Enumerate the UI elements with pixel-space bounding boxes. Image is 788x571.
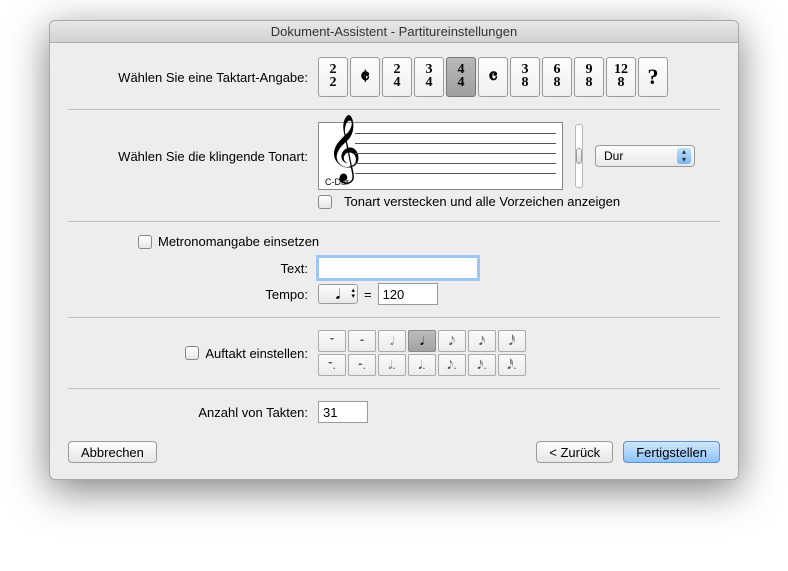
pickup-checkbox[interactable] <box>185 346 199 360</box>
tempo-note-select[interactable]: 𝅘𝅥 ▴▾ <box>318 284 358 304</box>
window-title: Dokument-Assistent - Partitureinstellung… <box>50 21 738 43</box>
metronome-label: Metronomangabe einsetzen <box>158 234 319 249</box>
bars-input[interactable] <box>318 401 368 423</box>
duration-option[interactable]: 𝅘𝅥𝅯 <box>468 330 496 352</box>
duration-option[interactable]: 𝅘𝅥𝅯. <box>468 354 496 376</box>
back-button[interactable]: < Zurück <box>536 441 613 463</box>
select-arrows-icon: ▴▾ <box>351 288 355 300</box>
metronome-checkbox[interactable] <box>138 235 152 249</box>
pickup-label: Auftakt einstellen: <box>205 346 308 361</box>
timesig-option[interactable]: 22 <box>318 57 348 97</box>
tempo-label: Tempo: <box>68 287 318 302</box>
key-mode-select[interactable]: Dur ▴▾ <box>595 145 695 167</box>
select-arrows-icon: ▴▾ <box>677 148 691 164</box>
duration-option[interactable]: 𝅗𝅥 <box>378 330 406 352</box>
key-name: C-Dur <box>325 177 349 187</box>
separator <box>68 109 720 110</box>
timesig-group: 22𝄵243444𝄴386898128? <box>318 57 668 97</box>
equals-sign: = <box>364 287 372 302</box>
hide-key-label: Tonart verstecken und alle Vorzeichen an… <box>344 194 620 209</box>
metronome-text-label: Text: <box>68 261 318 276</box>
separator <box>68 221 720 222</box>
key-mode-value: Dur <box>604 149 623 163</box>
timesig-option[interactable]: 128 <box>606 57 636 97</box>
timesig-option[interactable]: 34 <box>414 57 444 97</box>
duration-option[interactable]: 𝅘𝅥𝅮 <box>438 330 466 352</box>
hide-key-checkbox[interactable] <box>318 195 332 209</box>
duration-option[interactable]: 𝅘𝅥𝅰 <box>498 330 526 352</box>
duration-option[interactable]: 𝄼. <box>348 354 376 376</box>
duration-option[interactable]: 𝅘𝅥𝅰. <box>498 354 526 376</box>
bars-label: Anzahl von Takten: <box>68 405 318 420</box>
duration-grid: 𝄻𝄼𝅗𝅥𝅘𝅥𝅘𝅥𝅮𝅘𝅥𝅯𝅘𝅥𝅰 𝄻.𝄼.𝅗𝅥.𝅘𝅥.𝅘𝅥𝅮.𝅘𝅥𝅯.𝅘𝅥𝅰. <box>318 330 526 376</box>
tempo-note-value: 𝅘𝅥 <box>336 286 340 303</box>
key-preview: 𝄞 C-Dur <box>318 122 563 190</box>
duration-option[interactable]: 𝅘𝅥𝅮. <box>438 354 466 376</box>
duration-option[interactable]: 𝅘𝅥 <box>408 330 436 352</box>
treble-clef-icon: 𝄞 <box>327 119 361 177</box>
timesig-option[interactable]: 98 <box>574 57 604 97</box>
metronome-text-input[interactable] <box>318 257 478 279</box>
dialog-content: Wählen Sie eine Taktart-Angabe: 22𝄵24344… <box>50 43 738 479</box>
timesig-option[interactable]: 𝄴 <box>478 57 508 97</box>
timesig-label: Wählen Sie eine Taktart-Angabe: <box>68 70 318 85</box>
timesig-option[interactable]: ? <box>638 57 668 97</box>
timesig-option[interactable]: 68 <box>542 57 572 97</box>
dialog-footer: Abbrechen < Zurück Fertigstellen <box>68 441 720 463</box>
duration-option[interactable]: 𝅘𝅥. <box>408 354 436 376</box>
key-slider-thumb[interactable] <box>576 148 582 164</box>
cancel-button[interactable]: Abbrechen <box>68 441 157 463</box>
timesig-option[interactable]: 44 <box>446 57 476 97</box>
tempo-value-input[interactable] <box>378 283 438 305</box>
separator <box>68 388 720 389</box>
finish-button[interactable]: Fertigstellen <box>623 441 720 463</box>
timesig-option[interactable]: 24 <box>382 57 412 97</box>
dialog-window: Dokument-Assistent - Partitureinstellung… <box>49 20 739 480</box>
separator <box>68 317 720 318</box>
duration-option[interactable]: 𝄼 <box>348 330 376 352</box>
timesig-option[interactable]: 𝄵 <box>350 57 380 97</box>
key-label: Wählen Sie die klingende Tonart: <box>68 149 318 164</box>
timesig-option[interactable]: 38 <box>510 57 540 97</box>
duration-option[interactable]: 𝄻. <box>318 354 346 376</box>
duration-option[interactable]: 𝅗𝅥. <box>378 354 406 376</box>
duration-option[interactable]: 𝄻 <box>318 330 346 352</box>
key-slider[interactable] <box>575 124 583 188</box>
